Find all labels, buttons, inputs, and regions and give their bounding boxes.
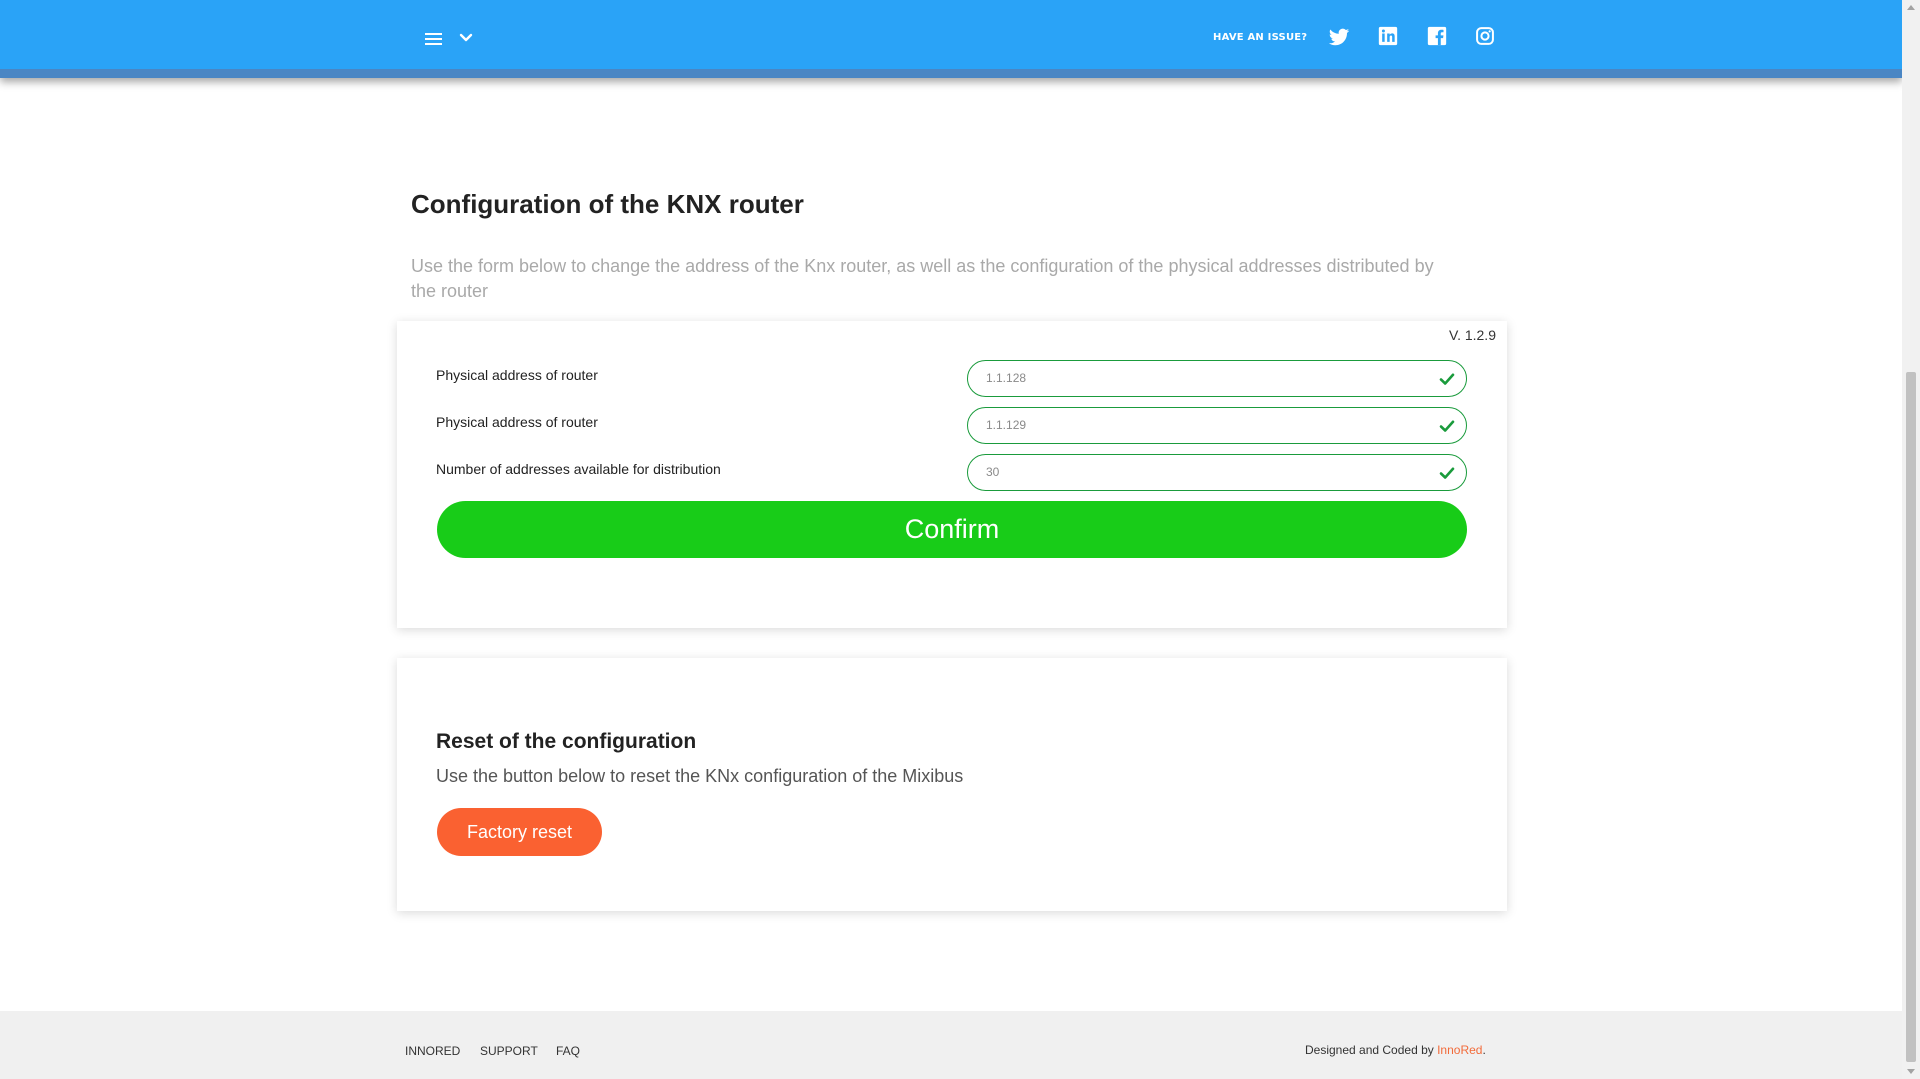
instagram-icon[interactable]	[1475, 26, 1499, 50]
address-count-label: Number of addresses available for distri…	[436, 461, 721, 477]
check-icon	[1439, 420, 1455, 432]
router-address-input[interactable]	[986, 361, 1426, 395]
credit-prefix: Designed and Coded by	[1305, 1043, 1438, 1057]
footer-link-support[interactable]: SUPPORT	[480, 1044, 538, 1058]
top-navbar: HAVE AN ISSUE?	[0, 0, 1902, 78]
vertical-scrollbar[interactable]	[1902, 0, 1920, 1079]
router-address-2-label: Physical address of router	[436, 414, 598, 430]
router-config-card: V. 1.2.9 Physical address of router Phys…	[397, 321, 1507, 628]
page: HAVE AN ISSUE? Configuration of the KNX …	[0, 0, 1902, 1079]
reset-description: Use the button below to reset the KNx co…	[436, 766, 964, 786]
router-address-2-input[interactable]	[986, 408, 1426, 442]
credit-suffix: .	[1482, 1043, 1486, 1057]
reset-title: Reset of the configuration	[436, 730, 697, 753]
credit-brand-link[interactable]: InnoRed	[1437, 1043, 1482, 1057]
hamburger-menu-icon[interactable]	[423, 29, 443, 49]
chevron-down-icon[interactable]	[458, 30, 474, 46]
footer: INNORED SUPPORT FAQ Designed and Coded b…	[0, 1011, 1902, 1079]
router-address-2-field	[967, 407, 1467, 444]
factory-reset-button[interactable]: Factory reset	[437, 808, 602, 856]
address-count-field	[967, 454, 1467, 491]
check-icon	[1439, 467, 1455, 479]
page-description: Use the form below to change the address…	[411, 256, 1434, 301]
facebook-icon[interactable]	[1427, 26, 1451, 50]
address-count-input[interactable]	[986, 455, 1426, 489]
router-address-field	[967, 360, 1467, 397]
have-an-issue-link[interactable]: HAVE AN ISSUE?	[1213, 32, 1307, 43]
check-icon	[1439, 373, 1455, 385]
page-title: Configuration of the KNX router	[411, 189, 804, 219]
footer-link-innored[interactable]: INNORED	[405, 1044, 460, 1058]
scroll-down-arrow-icon[interactable]	[1907, 1069, 1915, 1074]
confirm-button[interactable]: Confirm	[437, 501, 1467, 558]
footer-credit: Designed and Coded by InnoRed.	[1305, 1043, 1486, 1057]
scroll-up-arrow-icon[interactable]	[1907, 5, 1915, 10]
scroll-thumb[interactable]	[1906, 372, 1916, 1062]
version-label: V. 1.2.9	[1449, 327, 1496, 343]
linkedin-icon[interactable]	[1378, 26, 1402, 50]
twitter-icon[interactable]	[1328, 26, 1352, 50]
reset-config-card: Reset of the configuration Use the butto…	[397, 658, 1507, 911]
router-address-label: Physical address of router	[436, 367, 598, 383]
footer-link-faq[interactable]: FAQ	[556, 1044, 580, 1058]
